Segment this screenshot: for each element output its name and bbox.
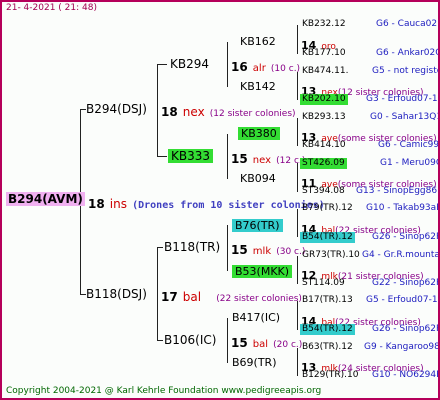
gen4-6-name[interactable]: ST426.09 bbox=[300, 158, 347, 169]
gen4-9-ref: G26 - Sinop62R bbox=[372, 232, 440, 242]
gen2-b-species: nex bbox=[252, 155, 272, 166]
gen2-a-info: 16 alr (10 c.) bbox=[231, 58, 300, 74]
gen2-b-queen[interactable]: KB333 bbox=[168, 149, 214, 163]
gen2-a-queen[interactable]: KB294 bbox=[170, 58, 209, 70]
gen4-4-name[interactable]: KB293.13 bbox=[302, 113, 346, 122]
connector bbox=[297, 118, 298, 146]
gen2-c-queen[interactable]: B118(TR) bbox=[164, 241, 220, 253]
connector bbox=[297, 72, 298, 100]
connector bbox=[227, 134, 228, 179]
gen4-0-name[interactable]: KB232.12 bbox=[302, 20, 346, 29]
gen4-8-name[interactable]: B79(TR).12 bbox=[302, 204, 353, 213]
root-species: ins bbox=[109, 197, 127, 211]
root-note: (Drones from 10 sister colonies) bbox=[132, 200, 325, 211]
gen4-13-name[interactable]: B54(TR).12 bbox=[300, 324, 355, 335]
gen4-8-ref: G10 - Takab93aR bbox=[366, 203, 440, 213]
gen1-bottom-number: 17 bbox=[161, 290, 178, 304]
gen1-top-number: 18 bbox=[161, 105, 178, 119]
gen3-f-queen[interactable]: B53(MKK) bbox=[232, 265, 293, 278]
gen2-d-queen[interactable]: B106(IC) bbox=[164, 334, 216, 346]
connector bbox=[157, 64, 167, 65]
connector bbox=[157, 156, 167, 157]
gen1-bottom-note: (22 sister colonies) bbox=[216, 294, 302, 304]
gen2-c-number: 15 bbox=[231, 243, 248, 257]
gen4-3-name[interactable]: KB202.10 bbox=[300, 94, 348, 105]
gen4-2-ref: G5 - not registe bbox=[372, 66, 440, 76]
gen3-d-queen[interactable]: KB094 bbox=[240, 173, 276, 184]
gen1-bottom-queen[interactable]: B118(DSJ) bbox=[86, 288, 147, 300]
gen2-a-species: alr bbox=[252, 63, 266, 74]
connector bbox=[157, 247, 163, 248]
gen3-h-queen[interactable]: B69(TR) bbox=[232, 357, 277, 368]
connector bbox=[297, 301, 298, 330]
gen1-bottom-species: bal bbox=[182, 290, 202, 304]
pedigree-frame: { "header": {"date": "21- 4-2021 ( 21: 4… bbox=[0, 0, 440, 400]
gen1-top-note: (12 sister colonies) bbox=[209, 109, 296, 119]
copyright-footer[interactable]: Copyright 2004-2021 @ Karl Kehrle Founda… bbox=[6, 387, 321, 396]
gen2-c-note: (30 c.) bbox=[276, 247, 306, 257]
gen4-0-ref: G6 - Cauca02R bbox=[376, 19, 440, 29]
gen1-top-queen[interactable]: B294(DSJ) bbox=[86, 103, 147, 115]
gen3-g-queen[interactable]: B417(IC) bbox=[232, 312, 280, 323]
gen2-a-number: 16 bbox=[231, 60, 248, 74]
gen1-top-info: 18 nex (12 sister colonies) bbox=[161, 103, 296, 119]
gen1-bottom-info: 17 bal (22 sister colonies) bbox=[161, 288, 302, 304]
gen4-11-ref: G22 - Sinop62R bbox=[372, 278, 440, 288]
connector bbox=[157, 64, 158, 156]
gen4-9-name[interactable]: B54(TR).12 bbox=[300, 232, 355, 243]
gen4-12-ref: G5 - Erfoud07-1Q bbox=[366, 295, 440, 305]
gen4-14-name[interactable]: B63(TR).12 bbox=[302, 343, 353, 352]
gen3-b-queen[interactable]: KB142 bbox=[240, 81, 276, 92]
gen4-13-ref: G26 - Sinop62R bbox=[372, 324, 440, 334]
connector bbox=[157, 247, 158, 340]
gen4-10-name[interactable]: GR73(TR).10 bbox=[302, 251, 360, 260]
gen4-1-name[interactable]: KB177.10 bbox=[302, 49, 346, 58]
gen3-c-queen[interactable]: KB380 bbox=[238, 127, 280, 140]
gen4-11-name[interactable]: ST114.09 bbox=[302, 279, 345, 288]
connector bbox=[227, 225, 228, 271]
gen2-b-number: 15 bbox=[231, 152, 248, 166]
gen4-15-ref: G10 - NO6294R bbox=[372, 370, 440, 380]
gen2-d-info: 15 bal (20 c.) bbox=[231, 334, 302, 350]
gen4-7-ref: G13 - SinopEgg86R bbox=[356, 186, 440, 196]
gen4-6-ref: G1 - Meru09Q bbox=[380, 158, 440, 168]
connector bbox=[297, 348, 298, 376]
gen4-12-name[interactable]: B17(TR).13 bbox=[302, 296, 353, 305]
gen4-10-ref: G4 - Gr.R.mounta bbox=[362, 250, 440, 260]
gen4-1-ref: G6 - Ankar02Q bbox=[376, 48, 440, 58]
connector bbox=[297, 256, 298, 284]
gen2-d-species: bal bbox=[252, 339, 269, 350]
date-stamp: 21- 4-2021 ( 21: 48) bbox=[6, 3, 97, 13]
connector bbox=[227, 42, 228, 87]
connector bbox=[157, 340, 163, 341]
connector bbox=[297, 163, 298, 192]
gen4-3-ref: G3 - Erfoud07-1Q bbox=[366, 94, 440, 104]
gen2-d-number: 15 bbox=[231, 336, 248, 350]
gen4-14-ref: G9 - Kangaroo98R bbox=[364, 342, 440, 352]
connector bbox=[227, 318, 228, 363]
gen2-b-info: 15 nex (12 c.) bbox=[231, 150, 305, 166]
gen2-a-note: (10 c.) bbox=[270, 64, 301, 74]
gen3-e-queen[interactable]: B76(TR) bbox=[232, 219, 283, 232]
gen2-d-note: (20 c.) bbox=[273, 340, 303, 350]
gen4-15-name[interactable]: B129(TR).10 bbox=[302, 371, 358, 380]
connector bbox=[297, 25, 298, 54]
gen4-5-ref: G6 - Camic99R bbox=[378, 140, 440, 150]
root-info: 18 ins (Drones from 10 sister colonies) bbox=[88, 195, 325, 211]
gen2-c-species: mlk bbox=[252, 246, 272, 257]
gen4-7-name[interactable]: ST394.08 bbox=[302, 187, 345, 196]
connector bbox=[297, 209, 298, 237]
root-number: 18 bbox=[88, 197, 105, 211]
gen4-5-name[interactable]: KB414.10 bbox=[302, 141, 346, 150]
gen4-2-name[interactable]: KB474.11. bbox=[302, 67, 348, 76]
gen1-top-species: nex bbox=[182, 105, 205, 119]
gen2-c-info: 15 mlk (30 c.) bbox=[231, 241, 305, 257]
gen4-4-ref: G0 - Sahar13Q1 bbox=[370, 112, 440, 122]
root-queen[interactable]: B294(AVM) bbox=[6, 192, 85, 206]
gen3-a-queen[interactable]: KB162 bbox=[240, 36, 276, 47]
